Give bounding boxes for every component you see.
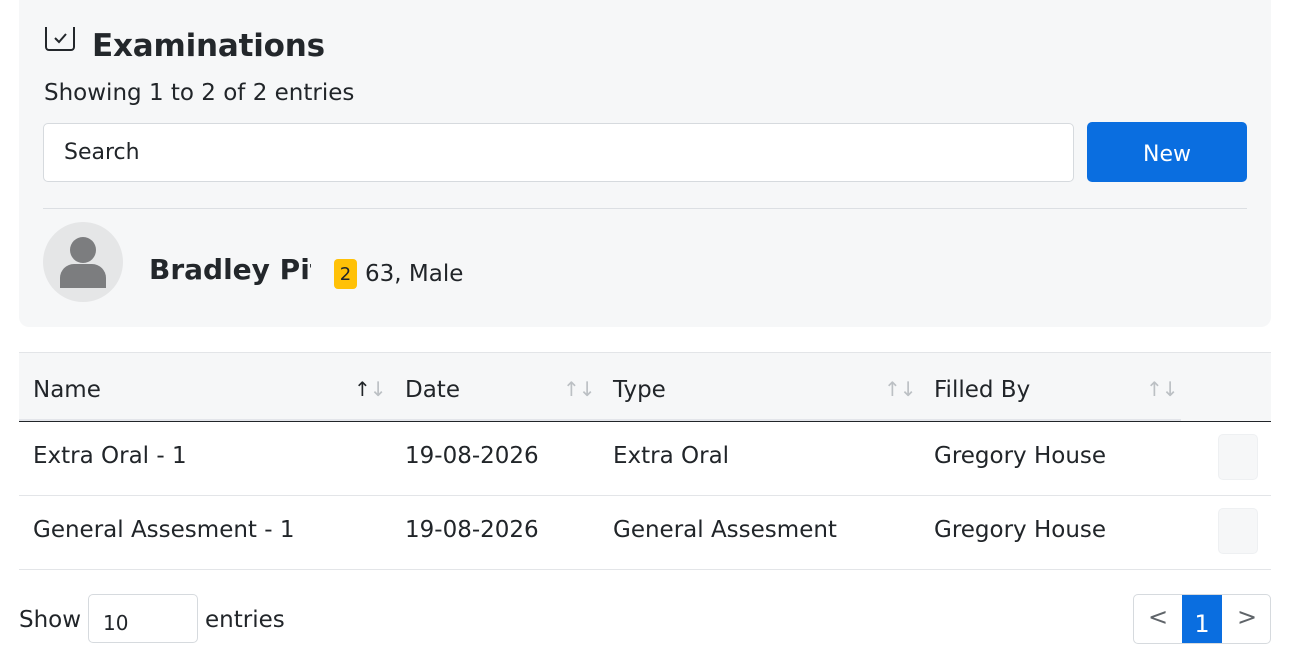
- cell-filled-by: Gregory House: [934, 517, 1107, 543]
- cell-filled-by: Gregory House: [934, 443, 1107, 469]
- cell-name: Extra Oral - 1: [33, 443, 187, 469]
- page-title: Examinations: [92, 28, 325, 64]
- sort-icon[interactable]: ↑↓: [354, 377, 387, 401]
- cell-date: 19-08-2026: [405, 517, 539, 543]
- examinations-card: Examinations Showing 1 to 2 of 2 entries…: [19, 0, 1271, 327]
- table-row[interactable]: Extra Oral - 1 19-08-2026 Extra Oral Gre…: [19, 422, 1271, 496]
- table-footer: Show 10 entries < 1 >: [19, 594, 1271, 644]
- page-1-button[interactable]: 1: [1182, 595, 1222, 643]
- entries-summary: Showing 1 to 2 of 2 entries: [44, 80, 355, 106]
- column-header-date[interactable]: Date: [405, 377, 460, 403]
- table-header: Name ↑↓ Date ↑↓ Type ↑↓ Filled By ↑↓: [19, 352, 1271, 423]
- cell-date: 19-08-2026: [405, 443, 539, 469]
- patient-name: Bradley Pitt: [149, 253, 311, 286]
- divider: [43, 208, 1247, 209]
- cell-type: General Assesment: [613, 517, 837, 543]
- search-input[interactable]: [43, 123, 1074, 182]
- row-action-button[interactable]: [1218, 434, 1258, 480]
- row-action-button[interactable]: [1218, 508, 1258, 554]
- previous-page-button[interactable]: <: [1134, 595, 1182, 643]
- cell-type: Extra Oral: [613, 443, 730, 469]
- person-icon: [60, 237, 106, 288]
- column-header-filled-by[interactable]: Filled By: [934, 377, 1030, 403]
- sort-icon[interactable]: ↑↓: [563, 377, 596, 401]
- cell-name: General Assesment - 1: [33, 517, 295, 543]
- table-row[interactable]: General Assesment - 1 19-08-2026 General…: [19, 496, 1271, 570]
- next-page-button[interactable]: >: [1223, 595, 1270, 643]
- page-size-select[interactable]: 10: [88, 594, 198, 643]
- column-header-type[interactable]: Type: [613, 377, 666, 403]
- pagination: < 1 >: [1133, 594, 1271, 644]
- sort-icon[interactable]: ↑↓: [1146, 377, 1179, 401]
- entries-label: entries: [205, 607, 285, 633]
- sort-icon[interactable]: ↑↓: [884, 377, 917, 401]
- show-label: Show: [19, 607, 82, 633]
- avatar: [43, 222, 123, 302]
- examinations-table: Name ↑↓ Date ↑↓ Type ↑↓ Filled By ↑↓ Ext…: [19, 352, 1271, 570]
- new-button[interactable]: New: [1087, 122, 1247, 182]
- checkbox-icon: [44, 25, 76, 51]
- title-row: Examinations: [44, 25, 325, 64]
- patient-badge: 2: [334, 259, 357, 289]
- patient-age-gender: 63, Male: [365, 261, 464, 287]
- column-header-name[interactable]: Name: [33, 377, 101, 403]
